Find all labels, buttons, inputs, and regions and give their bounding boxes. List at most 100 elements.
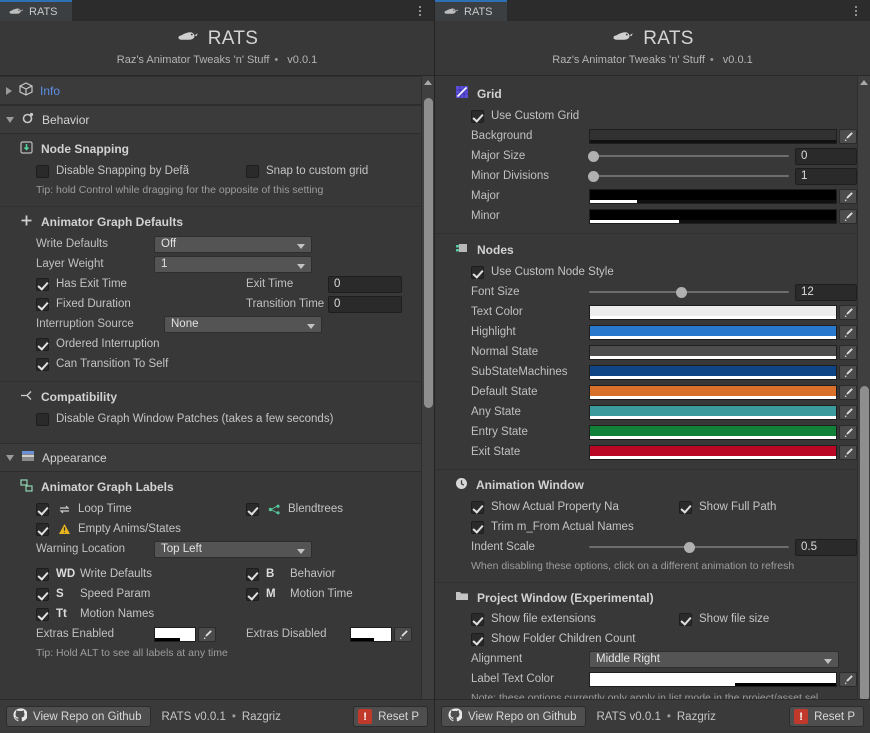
slider-knob[interactable]: [676, 286, 687, 298]
has-exit-time-checkbox[interactable]: [36, 277, 49, 291]
tab-rats[interactable]: RATS: [0, 0, 72, 21]
motion-time-checkbox[interactable]: [246, 587, 259, 601]
can-transition-self-row[interactable]: Can Transition To Self: [0, 354, 421, 374]
blendtrees-toggle[interactable]: Blendtrees: [246, 502, 343, 516]
show-extensions-checkbox[interactable]: [471, 612, 484, 626]
show-extensions-toggle[interactable]: Show file extensions: [471, 612, 679, 626]
right-scroll-thumb[interactable]: [860, 386, 869, 699]
right-scrollbar[interactable]: [857, 76, 870, 699]
show-file-size-toggle[interactable]: Show file size: [679, 612, 769, 626]
grid-background-color-field[interactable]: [589, 128, 837, 144]
speed-param-toggle[interactable]: S Speed Param: [36, 587, 246, 601]
node-color-eyedropper-icon[interactable]: [839, 324, 857, 340]
fixed-duration-toggle[interactable]: Fixed Duration: [36, 297, 246, 311]
layer-weight-dropdown[interactable]: 1: [154, 255, 312, 273]
alignment-dropdown[interactable]: Middle Right: [589, 650, 839, 668]
snap-custom-grid-toggle[interactable]: Snap to custom grid: [246, 164, 368, 178]
node-color-field[interactable]: [589, 324, 837, 340]
node-color-field[interactable]: [589, 404, 837, 420]
show-full-path-toggle[interactable]: Show Full Path: [679, 500, 776, 514]
foldout-appearance[interactable]: Appearance: [0, 443, 421, 472]
grid-background-eyedropper-icon[interactable]: [839, 128, 857, 144]
font-size-slider[interactable]: [589, 284, 789, 301]
reset-prefs-button[interactable]: ! Reset P: [353, 706, 428, 727]
disable-snapping-checkbox[interactable]: [36, 164, 49, 178]
use-custom-node-style-checkbox[interactable]: [471, 265, 484, 279]
node-color-eyedropper-icon[interactable]: [839, 304, 857, 320]
node-color-field[interactable]: [589, 304, 837, 320]
extras-enabled-color-field[interactable]: [154, 626, 196, 642]
ordered-interruption-checkbox[interactable]: [36, 337, 49, 351]
extras-enabled-eyedropper-icon[interactable]: [198, 626, 216, 642]
grid-minor-color-field[interactable]: [589, 208, 837, 224]
show-full-path-checkbox[interactable]: [679, 500, 692, 514]
node-color-eyedropper-icon[interactable]: [839, 444, 857, 460]
reset-prefs-button[interactable]: ! Reset P: [789, 706, 864, 727]
node-color-eyedropper-icon[interactable]: [839, 424, 857, 440]
disable-patches-checkbox[interactable]: [36, 412, 49, 426]
foldout-behavior[interactable]: Behavior: [0, 105, 421, 134]
empty-anims-row[interactable]: Empty Anims/States: [0, 519, 421, 539]
minor-divisions-slider[interactable]: [588, 168, 789, 185]
indent-scale-field[interactable]: 0.5: [795, 538, 857, 556]
slider-knob[interactable]: [684, 541, 695, 553]
disable-snapping-toggle[interactable]: Disable Snapping by Defã: [36, 164, 246, 178]
motion-names-checkbox[interactable]: [36, 607, 49, 621]
interruption-source-dropdown[interactable]: None: [164, 315, 322, 333]
exit-time-field[interactable]: 0: [328, 275, 402, 293]
loop-time-checkbox[interactable]: [36, 502, 49, 516]
node-color-field[interactable]: [589, 364, 837, 380]
wd-toggle[interactable]: WD Write Defaults: [36, 567, 246, 581]
use-custom-node-style-row[interactable]: Use Custom Node Style: [435, 262, 857, 282]
node-color-eyedropper-icon[interactable]: [839, 384, 857, 400]
node-color-eyedropper-icon[interactable]: [839, 364, 857, 380]
transition-time-field[interactable]: 0: [328, 295, 402, 313]
scroll-up-icon[interactable]: [860, 80, 868, 85]
use-custom-grid-row[interactable]: Use Custom Grid: [435, 106, 857, 126]
empty-anims-checkbox[interactable]: [36, 522, 49, 536]
behavior-toggle[interactable]: B Behavior: [246, 567, 335, 581]
extras-disabled-eyedropper-icon[interactable]: [394, 626, 412, 642]
show-actual-property-toggle[interactable]: Show Actual Property Na: [471, 500, 679, 514]
show-file-size-checkbox[interactable]: [679, 612, 692, 626]
font-size-field[interactable]: 12: [795, 283, 857, 301]
major-size-field[interactable]: 0: [795, 147, 857, 165]
label-text-color-field[interactable]: [589, 671, 837, 687]
scroll-up-icon[interactable]: [424, 80, 432, 85]
loop-time-toggle[interactable]: Loop Time: [36, 502, 246, 516]
left-scroll-thumb[interactable]: [424, 98, 433, 408]
node-color-eyedropper-icon[interactable]: [839, 344, 857, 360]
tab-rats-right[interactable]: RATS: [435, 0, 507, 21]
slider-knob[interactable]: [588, 170, 599, 182]
snap-custom-grid-checkbox[interactable]: [246, 164, 259, 178]
trim-m-row[interactable]: Trim m_From Actual Names: [435, 517, 857, 537]
trim-m-checkbox[interactable]: [471, 520, 484, 534]
write-defaults-dropdown[interactable]: Off: [154, 235, 312, 253]
behavior-checkbox[interactable]: [246, 567, 259, 581]
extras-disabled-color-field[interactable]: [350, 626, 392, 642]
github-repo-button[interactable]: View Repo on Github: [441, 706, 587, 727]
blendtrees-checkbox[interactable]: [246, 502, 259, 516]
node-color-eyedropper-icon[interactable]: [839, 404, 857, 420]
github-repo-button[interactable]: View Repo on Github: [6, 706, 152, 727]
warning-location-dropdown[interactable]: Top Left: [154, 540, 312, 558]
kebab-menu-icon[interactable]: [850, 3, 862, 18]
major-size-slider[interactable]: [588, 148, 789, 165]
wd-checkbox[interactable]: [36, 567, 49, 581]
node-color-field[interactable]: [589, 444, 837, 460]
has-exit-time-toggle[interactable]: Has Exit Time: [36, 277, 246, 291]
disable-patches-row[interactable]: Disable Graph Window Patches (takes a fe…: [0, 409, 421, 429]
left-scrollbar[interactable]: [421, 76, 434, 699]
node-color-field[interactable]: [589, 344, 837, 360]
grid-major-color-field[interactable]: [589, 188, 837, 204]
node-color-field[interactable]: [589, 384, 837, 400]
show-actual-property-checkbox[interactable]: [471, 500, 484, 514]
kebab-menu-icon[interactable]: [414, 3, 426, 18]
minor-divisions-field[interactable]: 1: [795, 167, 857, 185]
label-text-color-eyedropper-icon[interactable]: [839, 671, 857, 687]
motion-names-toggle[interactable]: Tt Motion Names: [0, 604, 421, 624]
node-color-field[interactable]: [589, 424, 837, 440]
foldout-info[interactable]: Info: [0, 76, 421, 105]
motion-time-toggle[interactable]: M Motion Time: [246, 587, 353, 601]
grid-minor-eyedropper-icon[interactable]: [839, 208, 857, 224]
